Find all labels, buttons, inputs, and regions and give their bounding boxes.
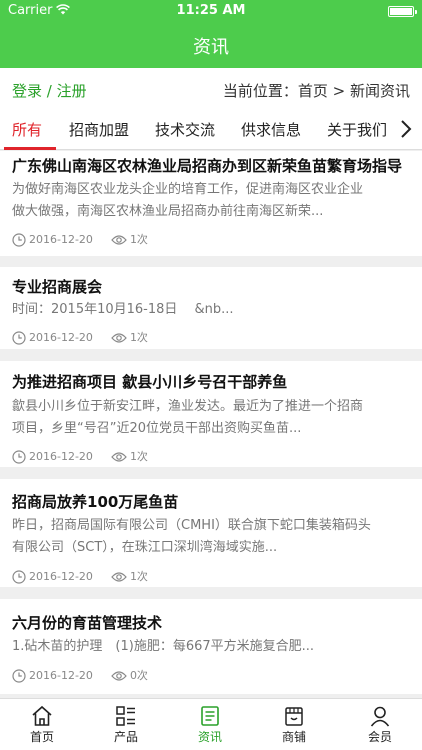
article-item[interactable]: 为推进招商项目 歙县小川乡号召干部养鱼 歙县小川乡位于新安江畔，渔业发达。最近为… (0, 361, 422, 467)
clock-icon (12, 669, 26, 683)
article-summary-line: 1.砧木苗的护理 (1)施肥：每667平方米施复合肥... (12, 639, 315, 654)
category-tabs: 所有 招商加盟 技术交流 供求信息 关于我们 (0, 108, 422, 150)
user-icon (370, 706, 390, 727)
article-summary-line: 做大做强，南海区农林渔业局招商办前往南海区新荣... (12, 204, 324, 219)
login-register-link[interactable]: 登录 / 注册 (12, 80, 87, 101)
article-views: 1次 (129, 450, 148, 463)
article-meta: 2016-12-20 1次 (12, 448, 148, 464)
bottom-tab-label: 首页 (29, 730, 54, 744)
article-date: 2016-12-20 (29, 669, 93, 682)
tab-investment[interactable]: 招商加盟 (69, 119, 129, 140)
shop-icon (285, 707, 303, 726)
article-summary-line: 昨日，招商局国际有限公司（CMHI）联合旗下蛇口集装箱码头 (12, 518, 371, 533)
clock-icon (12, 570, 26, 584)
home-icon (32, 705, 52, 726)
article-views: 1次 (129, 331, 148, 344)
article-summary-line: 为做好南海区农业龙头企业的培育工作，促进南海区农业企业 (12, 182, 364, 197)
tab-about[interactable]: 关于我们 (327, 119, 387, 140)
article-title: 专业招商展会 (12, 278, 103, 296)
article-views: 0次 (129, 669, 148, 682)
article-item[interactable]: 六月份的育苗管理技术 1.砧木苗的护理 (1)施肥：每667平方米施复合肥...… (0, 599, 422, 694)
clock-icon (12, 233, 26, 247)
article-date: 2016-12-20 (29, 450, 93, 463)
article-summary-line: 时间：2015年10月16-18日 &nb... (12, 302, 234, 317)
bottom-tab-products[interactable]: 产品 (84, 699, 168, 750)
article-title: 六月份的育苗管理技术 (12, 614, 163, 632)
news-document-icon (201, 706, 219, 726)
bottom-tab-label: 产品 (113, 730, 138, 744)
article-item[interactable]: 广东佛山南海区农林渔业局招商办到区新荣鱼苗繁育场指导 为做好南海区农业龙头企业的… (0, 151, 422, 256)
article-summary: 昨日，招商局国际有限公司（CMHI）联合旗下蛇口集装箱码头 有限公司（SCT），… (12, 515, 408, 559)
article-title: 广东佛山南海区农林渔业局招商办到区新荣鱼苗繁育场指导 (12, 157, 403, 175)
eye-icon (111, 333, 127, 343)
article-views: 1次 (129, 233, 148, 246)
article-item[interactable]: 招商局放养100万尾鱼苗 昨日，招商局国际有限公司（CMHI）联合旗下蛇口集装箱… (0, 479, 422, 587)
eye-icon (111, 235, 127, 245)
location-bar: 登录 / 注册 当前位置：首页 > 新闻资讯 (0, 68, 422, 108)
bottom-tab-label: 资讯 (197, 730, 222, 744)
article-summary: 时间：2015年10月16-18日 &nb... (12, 299, 408, 321)
article-date: 2016-12-20 (29, 570, 93, 583)
article-summary: 为做好南海区农业龙头企业的培育工作，促进南海区农业企业 做大做强，南海区农林渔业… (12, 179, 408, 223)
clock: 11:25 AM (176, 3, 246, 18)
bottom-tab-member[interactable]: 会员 (338, 699, 422, 750)
bottom-tab-news[interactable]: 资讯 (168, 699, 252, 750)
article-item[interactable]: 专业招商展会 时间：2015年10月16-18日 &nb... 2016-12-… (0, 267, 422, 349)
article-meta: 2016-12-20 0次 (12, 667, 148, 683)
article-title: 招商局放养100万尾鱼苗 (12, 493, 179, 511)
article-date: 2016-12-20 (29, 233, 93, 246)
tab-supply[interactable]: 供求信息 (241, 119, 301, 140)
eye-icon (111, 572, 127, 582)
tab-tech[interactable]: 技术交流 (155, 119, 215, 140)
article-summary: 1.砧木苗的护理 (1)施肥：每667平方米施复合肥... (12, 636, 408, 658)
article-views: 1次 (129, 570, 148, 583)
battery-icon (388, 6, 417, 17)
clock-icon (12, 331, 26, 345)
list-grid-icon (116, 706, 135, 726)
clock-icon (12, 450, 26, 464)
article-summary-line: 有限公司（SCT），在珠江口深圳湾海域实施... (12, 540, 278, 555)
tabs-scroll-right-button[interactable] (392, 108, 422, 149)
bottom-tab-shops[interactable]: 商铺 (252, 699, 336, 750)
tab-all[interactable]: 所有 (12, 119, 42, 140)
eye-icon (111, 671, 127, 681)
article-meta: 2016-12-20 1次 (12, 568, 148, 584)
eye-icon (111, 452, 127, 462)
article-summary-line: 项目，乡里“号召”近20位党员干部出资购买鱼苗... (12, 421, 302, 436)
bottom-tab-bar: 首页 产品 资讯 商铺 会员 (0, 698, 422, 750)
chevron-right-icon (401, 120, 412, 138)
article-title: 为推进招商项目 歙县小川乡号召干部养鱼 (12, 373, 288, 391)
bottom-tab-label: 商铺 (281, 730, 306, 744)
article-summary-line: 歙县小川乡位于新安江畔，渔业发达。最近为了推进一个招商 (12, 399, 364, 414)
breadcrumb: 当前位置：首页 > 新闻资讯 (222, 82, 410, 100)
active-tab-indicator (4, 147, 56, 150)
article-meta: 2016-12-20 1次 (12, 329, 148, 345)
bottom-tab-home[interactable]: 首页 (0, 699, 84, 750)
article-summary: 歙县小川乡位于新安江畔，渔业发达。最近为了推进一个招商 项目，乡里“号召”近20… (12, 396, 408, 440)
bottom-tab-label: 会员 (367, 730, 392, 744)
article-date: 2016-12-20 (29, 331, 93, 344)
article-meta: 2016-12-20 1次 (12, 231, 148, 247)
status-bar: Carrier 11:25 AM (0, 0, 422, 22)
page-title: 资讯 (193, 37, 229, 58)
